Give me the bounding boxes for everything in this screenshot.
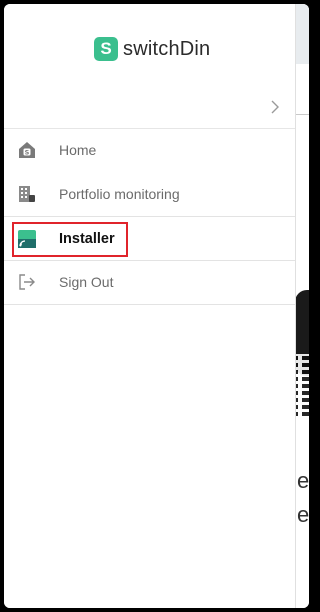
background-app: e eg [295,4,309,608]
svg-text:S: S [25,149,30,157]
nav-divider [4,216,295,217]
brand-name: switchDin [123,37,211,60]
building-icon [18,185,36,203]
brand-logo: S switchDin [94,34,210,64]
background-qr-code [295,354,309,416]
navigation-drawer: S switchDin S Home Portfolio monitoring … [4,4,296,608]
nav-divider [4,304,295,305]
nav-item-label: Home [59,142,97,158]
nav-item-label: Portfolio monitoring [59,186,180,202]
phone-frame: e eg S switchDin S Home [4,4,309,608]
logo-mark-icon: S [94,37,118,61]
chevron-right-icon[interactable] [268,100,282,114]
nav-item-home[interactable]: S Home [4,130,295,170]
nav-item-portfolio-monitoring[interactable]: Portfolio monitoring [4,174,295,214]
highlight-annotation-box [12,222,128,257]
header-divider [4,128,295,129]
background-text-fragment: eg [297,502,309,527]
sign-out-icon [18,273,36,291]
background-divider [295,114,309,115]
nav-item-label: Sign Out [59,274,114,290]
nav-divider [4,260,295,261]
home-icon: S [18,141,36,159]
nav-item-sign-out[interactable]: Sign Out [4,262,295,302]
background-text-fragment: e [297,468,309,493]
background-topbar [295,4,309,64]
